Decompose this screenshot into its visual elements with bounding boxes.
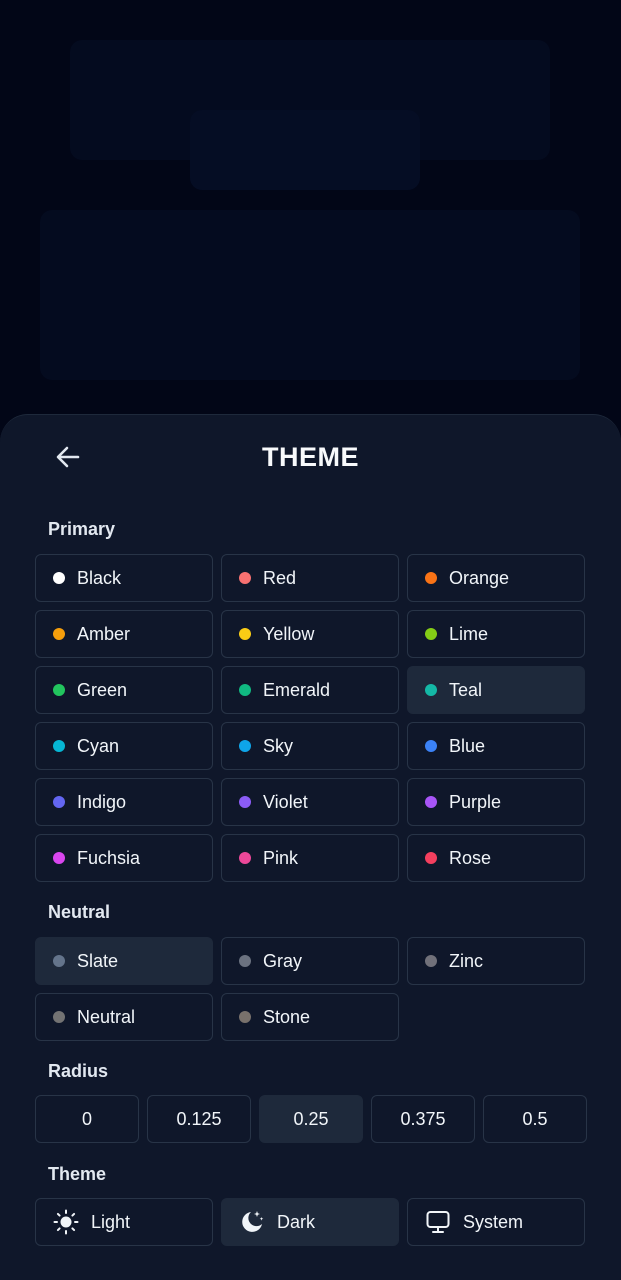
ghost-shape <box>190 110 420 190</box>
option-label: Neutral <box>77 1006 136 1027</box>
option-label: Light <box>91 1211 131 1232</box>
color-swatch-dot <box>53 1011 65 1023</box>
color-swatch-dot <box>425 572 437 584</box>
radius-option-0-125[interactable]: 0.125 <box>147 1095 251 1143</box>
neutral-option-neutral[interactable]: Neutral <box>35 993 213 1041</box>
color-swatch-dot <box>53 740 65 752</box>
theme-mode-grid: Light Dark System <box>35 1198 586 1246</box>
theme-option-dark[interactable]: Dark <box>221 1198 399 1246</box>
option-label: Sky <box>263 735 294 756</box>
option-label: Fuchsia <box>77 847 141 868</box>
neutral-option-stone[interactable]: Stone <box>221 993 399 1041</box>
radius-option-0-375[interactable]: 0.375 <box>371 1095 475 1143</box>
color-swatch-dot <box>425 852 437 864</box>
sheet-header: THEME <box>0 415 621 503</box>
option-label: Blue <box>449 735 486 756</box>
option-label: Indigo <box>77 791 127 812</box>
color-swatch-dot <box>53 955 65 967</box>
color-swatch-dot <box>53 628 65 640</box>
color-swatch-dot <box>53 572 65 584</box>
color-swatch-dot <box>425 740 437 752</box>
sheet-title: THEME <box>262 442 359 472</box>
option-label: Lime <box>449 623 489 644</box>
theme-option-light[interactable]: Light <box>35 1198 213 1246</box>
primary-option-purple[interactable]: Purple <box>407 778 585 826</box>
primary-option-emerald[interactable]: Emerald <box>221 666 399 714</box>
primary-option-sky[interactable]: Sky <box>221 722 399 770</box>
color-swatch-dot <box>239 684 251 696</box>
moon-stars-icon <box>239 1209 265 1235</box>
option-label: Rose <box>449 847 492 868</box>
color-swatch-dot <box>239 796 251 808</box>
color-swatch-dot <box>239 852 251 864</box>
color-swatch-dot <box>239 955 251 967</box>
primary-color-grid: Black Red Orange Amber Yellow Lime Green Emeral… <box>35 554 586 882</box>
primary-option-cyan[interactable]: Cyan <box>35 722 213 770</box>
radius-option-0-5[interactable]: 0.5 <box>483 1095 587 1143</box>
color-swatch-dot <box>425 684 437 696</box>
primary-option-lime[interactable]: Lime <box>407 610 585 658</box>
primary-option-red[interactable]: Red <box>221 554 399 602</box>
option-label: Stone <box>263 1006 311 1027</box>
primary-option-indigo[interactable]: Indigo <box>35 778 213 826</box>
theme-section-label: Theme <box>48 1164 107 1184</box>
radius-option-0[interactable]: 0 <box>35 1095 139 1143</box>
option-label: Green <box>77 679 128 700</box>
color-swatch-dot <box>53 796 65 808</box>
option-label: Gray <box>263 950 303 971</box>
option-label: Black <box>77 567 122 588</box>
color-swatch-dot <box>239 1011 251 1023</box>
primary-option-amber[interactable]: Amber <box>35 610 213 658</box>
sun-icon <box>53 1209 79 1235</box>
option-label: Dark <box>277 1211 316 1232</box>
option-label: Yellow <box>263 623 315 644</box>
option-label: Pink <box>263 847 299 868</box>
color-swatch-dot <box>53 852 65 864</box>
primary-option-yellow[interactable]: Yellow <box>221 610 399 658</box>
option-label: Amber <box>77 623 131 644</box>
option-label: Violet <box>263 791 308 812</box>
neutral-option-gray[interactable]: Gray <box>221 937 399 985</box>
neutral-section-label: Neutral <box>48 902 111 922</box>
primary-option-orange[interactable]: Orange <box>407 554 585 602</box>
primary-option-fuchsia[interactable]: Fuchsia <box>35 834 213 882</box>
primary-option-blue[interactable]: Blue <box>407 722 585 770</box>
radius-option-0-25[interactable]: 0.25 <box>259 1095 363 1143</box>
neutral-color-grid: Slate Gray Zinc Neutral Stone <box>35 937 586 1041</box>
primary-option-black[interactable]: Black <box>35 554 213 602</box>
primary-section-label: Primary <box>48 519 116 539</box>
option-label: System <box>463 1211 524 1232</box>
primary-option-rose[interactable]: Rose <box>407 834 585 882</box>
option-label: Cyan <box>77 735 120 756</box>
color-swatch-dot <box>239 628 251 640</box>
primary-option-violet[interactable]: Violet <box>221 778 399 826</box>
neutral-option-zinc[interactable]: Zinc <box>407 937 585 985</box>
primary-option-pink[interactable]: Pink <box>221 834 399 882</box>
option-label: Red <box>263 567 297 588</box>
neutral-option-slate[interactable]: Slate <box>35 937 213 985</box>
option-label: Purple <box>449 791 502 812</box>
ghost-shape <box>40 210 580 380</box>
color-swatch-dot <box>239 740 251 752</box>
radius-section-label: Radius <box>48 1061 109 1081</box>
color-swatch-dot <box>53 684 65 696</box>
radius-option-grid: 0 0.125 0.25 0.375 0.5 <box>35 1095 587 1143</box>
primary-option-teal[interactable]: Teal <box>407 666 585 714</box>
primary-option-green[interactable]: Green <box>35 666 213 714</box>
theme-option-system[interactable]: System <box>407 1198 585 1246</box>
monitor-icon <box>425 1209 451 1235</box>
color-swatch-dot <box>425 955 437 967</box>
option-label: Emerald <box>263 679 331 700</box>
option-label: Slate <box>77 950 119 971</box>
color-swatch-dot <box>425 796 437 808</box>
option-label: Zinc <box>449 950 484 971</box>
option-label: Teal <box>449 679 483 700</box>
option-label: Orange <box>449 567 510 588</box>
color-swatch-dot <box>425 628 437 640</box>
color-swatch-dot <box>239 572 251 584</box>
theme-bottom-sheet: THEME Primary Black Red Orange Amber Yellow L… <box>0 414 621 1280</box>
